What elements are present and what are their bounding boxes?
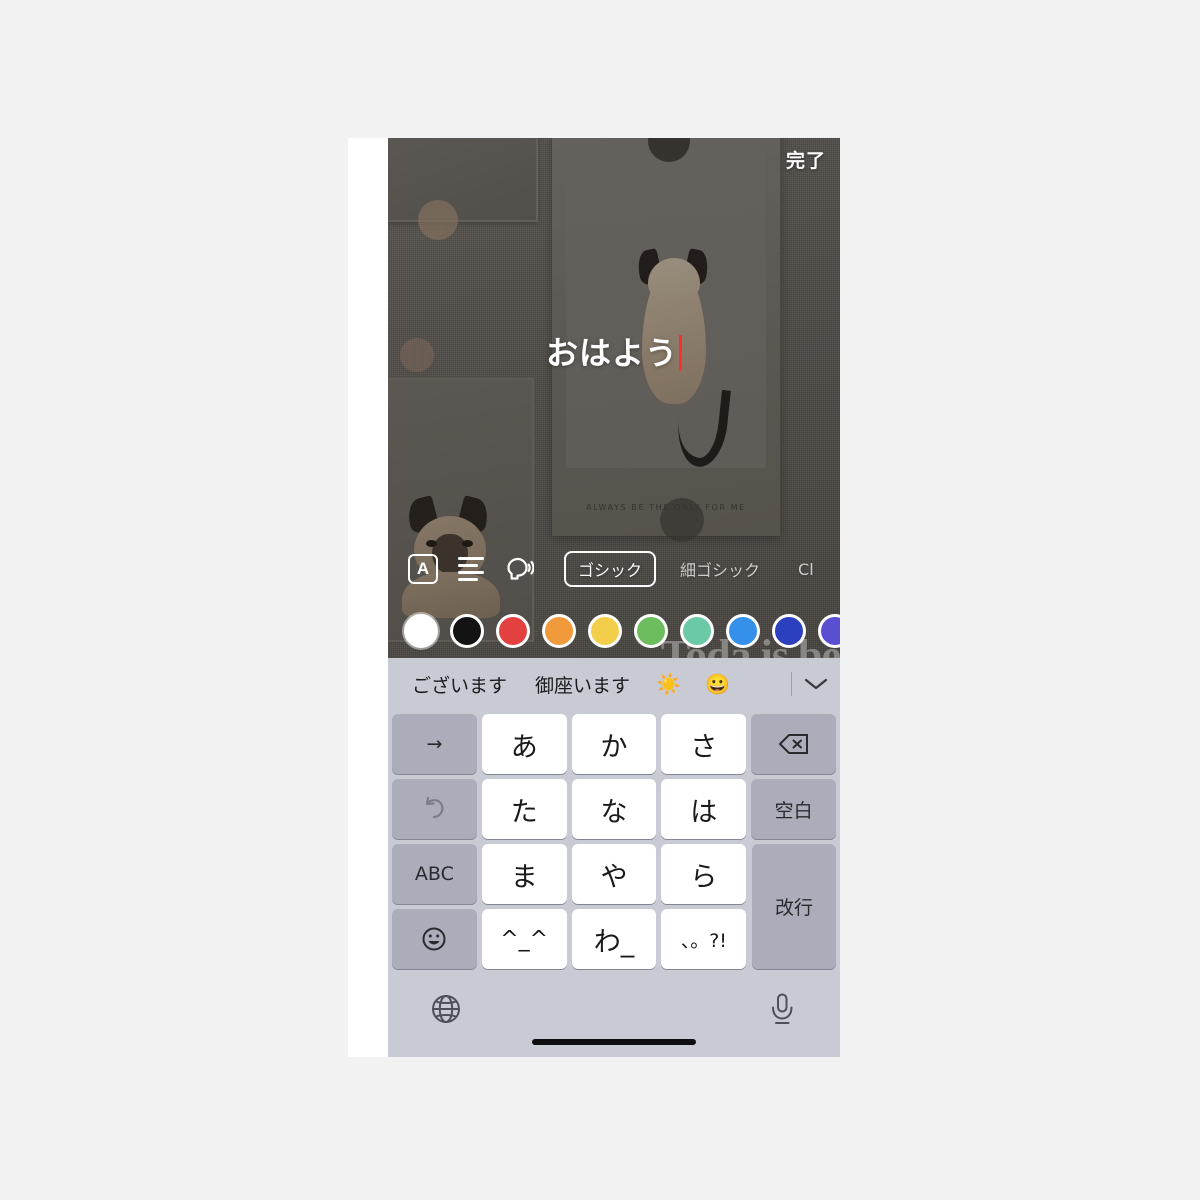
key-ha[interactable]: は <box>661 779 747 839</box>
suggestion-emoji-grin[interactable]: 😀 <box>693 672 742 697</box>
software-keyboard: ございます 御座います ☀️ 😀 → あ か さ た な は 空白 ABC ま … <box>388 658 840 1057</box>
smiley-icon <box>422 927 446 951</box>
speak-text-icon <box>507 557 534 580</box>
key-row: → あ か さ <box>392 714 836 774</box>
color-swatch-light-blue[interactable] <box>726 614 760 648</box>
color-swatch-mint[interactable] <box>680 614 714 648</box>
color-swatch-red[interactable] <box>496 614 530 648</box>
key-grid: → あ か さ た な は 空白 ABC ま や ら ^_^ わ_ 、。?! 改… <box>388 710 840 975</box>
key-ka[interactable]: か <box>571 714 657 774</box>
color-swatch-dark-blue[interactable] <box>772 614 806 648</box>
text-caret <box>679 335 682 371</box>
key-ra[interactable]: ら <box>661 844 747 904</box>
suggestion-item[interactable]: ございます <box>398 671 521 698</box>
color-swatch-orange[interactable] <box>542 614 576 648</box>
color-swatch-yellow[interactable] <box>588 614 622 648</box>
globe-key[interactable] <box>426 989 466 1029</box>
text-align-button[interactable] <box>454 554 488 584</box>
backspace-icon <box>778 734 808 754</box>
key-undo[interactable] <box>392 779 477 839</box>
globe-icon <box>432 995 460 1023</box>
key-delete[interactable] <box>751 714 836 774</box>
suggestion-expand-button[interactable] <box>792 658 840 710</box>
font-chip-thin-gothic[interactable]: 細ゴシック <box>666 551 774 587</box>
font-chip-gothic[interactable]: ゴシック <box>564 551 657 587</box>
suggestion-bar: ございます 御座います ☀️ 😀 <box>388 658 840 710</box>
phone-screen: ALWAYS BE THE ONLY FOR ME Toda is be 完了 … <box>388 138 840 1057</box>
color-swatch-green[interactable] <box>634 614 668 648</box>
key-a[interactable]: あ <box>481 714 567 774</box>
key-sa[interactable]: さ <box>661 714 747 774</box>
text-overlay-editable[interactable]: おはよう <box>546 328 682 374</box>
home-indicator <box>532 1039 696 1045</box>
key-ta[interactable]: た <box>481 779 567 839</box>
key-enter[interactable]: 改行 <box>752 844 836 969</box>
overlay-text-value: おはよう <box>545 334 678 372</box>
color-swatch-black[interactable] <box>450 614 484 648</box>
suggestion-emoji-sun[interactable]: ☀️ <box>644 672 693 697</box>
done-button[interactable]: 完了 <box>786 146 826 173</box>
color-palette <box>388 604 840 658</box>
color-swatch-purple[interactable] <box>818 614 840 648</box>
key-space[interactable]: 空白 <box>751 779 836 839</box>
key-kaomoji[interactable]: ^_^ <box>481 909 567 969</box>
microphone-icon <box>772 993 793 1024</box>
key-arrow-right[interactable]: → <box>392 714 477 774</box>
undo-icon <box>426 796 444 819</box>
letter-a-icon: A <box>408 554 438 584</box>
text-style-toolbar: A ゴシック 細ゴシック Cl <box>388 546 840 592</box>
key-ma[interactable]: ま <box>481 844 567 904</box>
font-chip-list: ゴシック 細ゴシック Cl <box>564 551 840 587</box>
suggestion-item[interactable]: 御座います <box>521 671 644 698</box>
font-chip-classic[interactable]: Cl <box>784 554 828 585</box>
color-swatch-white[interactable] <box>404 614 438 648</box>
screenshot-canvas: ALWAYS BE THE ONLY FOR ME Toda is be 完了 … <box>0 0 1200 1200</box>
key-row: た な は 空白 <box>392 779 836 839</box>
key-na[interactable]: な <box>571 779 657 839</box>
text-style-button[interactable]: A <box>406 554 440 584</box>
phone-card: ALWAYS BE THE ONLY FOR ME Toda is be 完了 … <box>348 138 840 1057</box>
text-overlay-container: おはよう <box>388 328 840 374</box>
key-ya[interactable]: や <box>571 844 657 904</box>
key-abc[interactable]: ABC <box>392 844 477 904</box>
keyboard-bottom-bar <box>388 979 840 1057</box>
microphone-key[interactable] <box>762 989 802 1029</box>
key-wa[interactable]: わ_ <box>571 909 657 969</box>
text-align-icon <box>458 557 484 581</box>
speak-text-button[interactable] <box>502 554 536 584</box>
key-punct[interactable]: 、。?! <box>661 909 747 969</box>
key-emoji[interactable] <box>392 909 477 969</box>
chevron-down-icon <box>804 678 828 690</box>
